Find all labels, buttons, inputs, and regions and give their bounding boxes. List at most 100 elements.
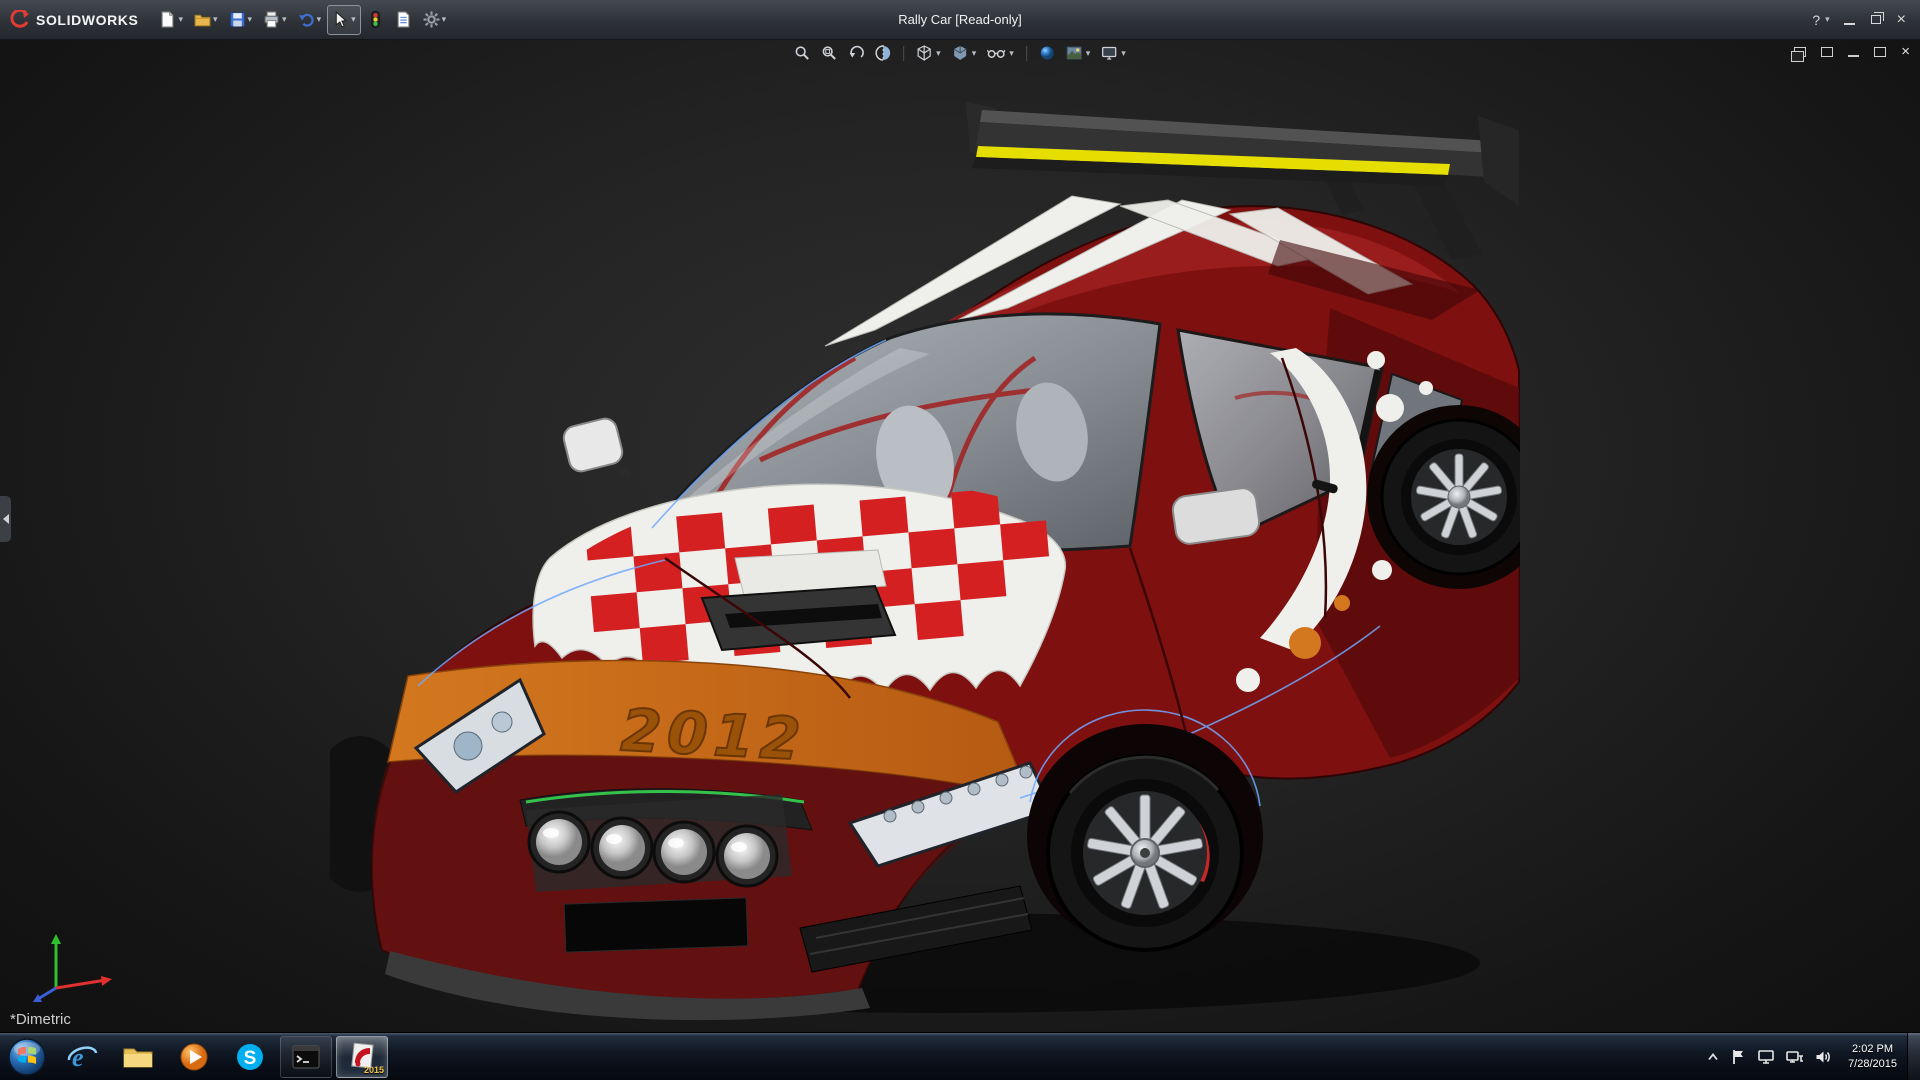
dropdown-arrow-icon[interactable]: ▾ — [282, 15, 287, 24]
taskbar-clock[interactable]: 2:02 PM 7/28/2015 — [1838, 1042, 1907, 1072]
clock-date: 7/28/2015 — [1848, 1057, 1897, 1072]
appearance-ball-icon — [1039, 45, 1055, 61]
open-folder-icon — [194, 11, 211, 28]
dropdown-arrow-icon[interactable]: ▾ — [178, 15, 183, 24]
doc-restore-icon[interactable] — [1874, 47, 1886, 57]
section-view-icon — [875, 45, 891, 61]
toolbar-separator — [903, 46, 904, 61]
solidworks-logo: SOLIDWORKS — [0, 10, 154, 30]
restore-icon[interactable] — [1871, 15, 1881, 24]
taskbar-windows-explorer[interactable] — [112, 1036, 164, 1078]
dropdown-arrow-icon[interactable]: ▾ — [1086, 49, 1091, 58]
windows-start-orb-icon — [7, 1037, 47, 1077]
graphics-viewport[interactable]: ▾ ▾ ▾ ▾ ▾ — [0, 40, 1920, 1032]
open-button[interactable]: ▾ — [189, 5, 223, 35]
volume-icon[interactable] — [1815, 1049, 1832, 1065]
view-settings-button[interactable]: ▾ — [1099, 43, 1128, 63]
taskbar-media-player[interactable] — [168, 1036, 220, 1078]
titlebar-right: ? ▾ × — [1812, 12, 1920, 28]
dropdown-arrow-icon[interactable]: ▾ — [1825, 15, 1830, 24]
tile-window-icon[interactable] — [1821, 47, 1833, 57]
help-icon: ? — [1812, 12, 1820, 28]
dropdown-arrow-icon[interactable]: ▾ — [248, 15, 253, 24]
folder-icon — [122, 1041, 154, 1073]
rally-lamps — [526, 794, 792, 892]
print-icon — [263, 11, 280, 28]
tray-chevron-icon[interactable] — [1706, 1051, 1720, 1063]
rebuild-button[interactable] — [362, 5, 389, 35]
dropdown-arrow-icon[interactable]: ▾ — [936, 49, 941, 58]
view-settings-icon — [1101, 45, 1117, 61]
save-floppy-icon — [229, 11, 246, 28]
internet-explorer-icon: e — [66, 1041, 98, 1073]
reference-triad — [28, 926, 123, 1006]
svg-text:S: S — [244, 1048, 257, 1069]
taskbar-internet-explorer[interactable]: e — [56, 1036, 108, 1078]
zoom-to-fit-icon — [794, 45, 810, 61]
edit-appearance-button[interactable] — [1037, 43, 1057, 63]
titlebar: SOLIDWORKS ▾ ▾ ▾ ▾ ▾ — [0, 0, 1920, 40]
system-tray — [1706, 1049, 1838, 1065]
chevron-left-icon — [3, 514, 9, 524]
show-desktop-button[interactable] — [1907, 1033, 1920, 1080]
dropdown-arrow-icon[interactable]: ▾ — [1009, 49, 1014, 58]
help-button[interactable]: ? ▾ — [1812, 12, 1829, 28]
undo-button[interactable]: ▾ — [293, 5, 327, 35]
rebuild-traffic-light-icon — [367, 11, 384, 28]
rally-car-model[interactable]: 2012 — [330, 58, 1520, 1032]
start-button[interactable] — [0, 1033, 54, 1080]
solidworks-logo-icon — [10, 10, 30, 30]
zoom-to-fit-button[interactable] — [792, 43, 812, 63]
standard-toolbar: ▾ ▾ ▾ ▾ ▾ ▾ — [154, 5, 451, 35]
close-icon[interactable]: × — [1897, 12, 1906, 28]
taskbar-solidworks[interactable]: 2015 — [336, 1036, 388, 1078]
window-controls: × — [1844, 12, 1906, 28]
file-properties-button[interactable] — [390, 5, 417, 35]
dropdown-arrow-icon[interactable]: ▾ — [317, 15, 322, 24]
minimize-icon[interactable] — [1844, 23, 1855, 25]
view-orientation-label: *Dimetric — [10, 1011, 71, 1028]
dropdown-arrow-icon[interactable]: ▾ — [213, 15, 218, 24]
view-orientation-button[interactable]: ▾ — [914, 43, 943, 63]
taskbar-skype[interactable]: S — [224, 1036, 276, 1078]
taskbar-command-prompt[interactable] — [280, 1036, 332, 1078]
file-properties-icon — [395, 11, 412, 28]
options-button[interactable]: ▾ — [418, 5, 452, 35]
license-plate — [564, 898, 748, 952]
section-view-button[interactable] — [873, 43, 893, 63]
save-button[interactable]: ▾ — [224, 5, 258, 35]
display-icon[interactable] — [1757, 1049, 1775, 1065]
new-document-icon — [159, 11, 176, 28]
hide-show-glasses-icon — [987, 45, 1005, 61]
display-style-cube-icon — [952, 45, 968, 61]
zoom-to-area-icon — [821, 45, 837, 61]
dropdown-arrow-icon[interactable]: ▾ — [972, 49, 977, 58]
new-button[interactable]: ▾ — [154, 5, 188, 35]
display-style-button[interactable]: ▾ — [950, 43, 979, 63]
desktop: SOLIDWORKS ▾ ▾ ▾ ▾ ▾ — [0, 0, 1920, 1080]
heads-up-view-toolbar: ▾ ▾ ▾ ▾ ▾ — [792, 43, 1128, 63]
print-button[interactable]: ▾ — [258, 5, 292, 35]
options-gear-icon — [423, 11, 440, 28]
cascade-windows-icon[interactable] — [1794, 47, 1806, 57]
panel-collapse-handle[interactable] — [0, 496, 11, 542]
apply-scene-icon — [1066, 45, 1082, 61]
zoom-to-area-button[interactable] — [819, 43, 839, 63]
action-center-flag-icon[interactable] — [1731, 1049, 1746, 1065]
toolbar-separator — [1026, 46, 1027, 61]
undo-arrow-icon — [298, 11, 315, 28]
dropdown-arrow-icon[interactable]: ▾ — [1121, 49, 1126, 58]
solidworks-version-badge: 2015 — [364, 1065, 384, 1075]
previous-view-button[interactable] — [846, 43, 866, 63]
dropdown-arrow-icon[interactable]: ▾ — [442, 15, 447, 24]
doc-minimize-icon[interactable] — [1848, 55, 1859, 57]
network-icon[interactable] — [1786, 1049, 1804, 1065]
dropdown-arrow-icon[interactable]: ▾ — [351, 15, 356, 24]
select-button[interactable]: ▾ — [327, 5, 361, 35]
document-window-controls: × — [1794, 44, 1910, 59]
select-cursor-icon — [332, 11, 349, 28]
hide-show-items-button[interactable]: ▾ — [985, 43, 1016, 63]
apply-scene-button[interactable]: ▾ — [1064, 43, 1093, 63]
doc-close-icon[interactable]: × — [1901, 44, 1910, 59]
skype-icon: S — [234, 1041, 266, 1073]
